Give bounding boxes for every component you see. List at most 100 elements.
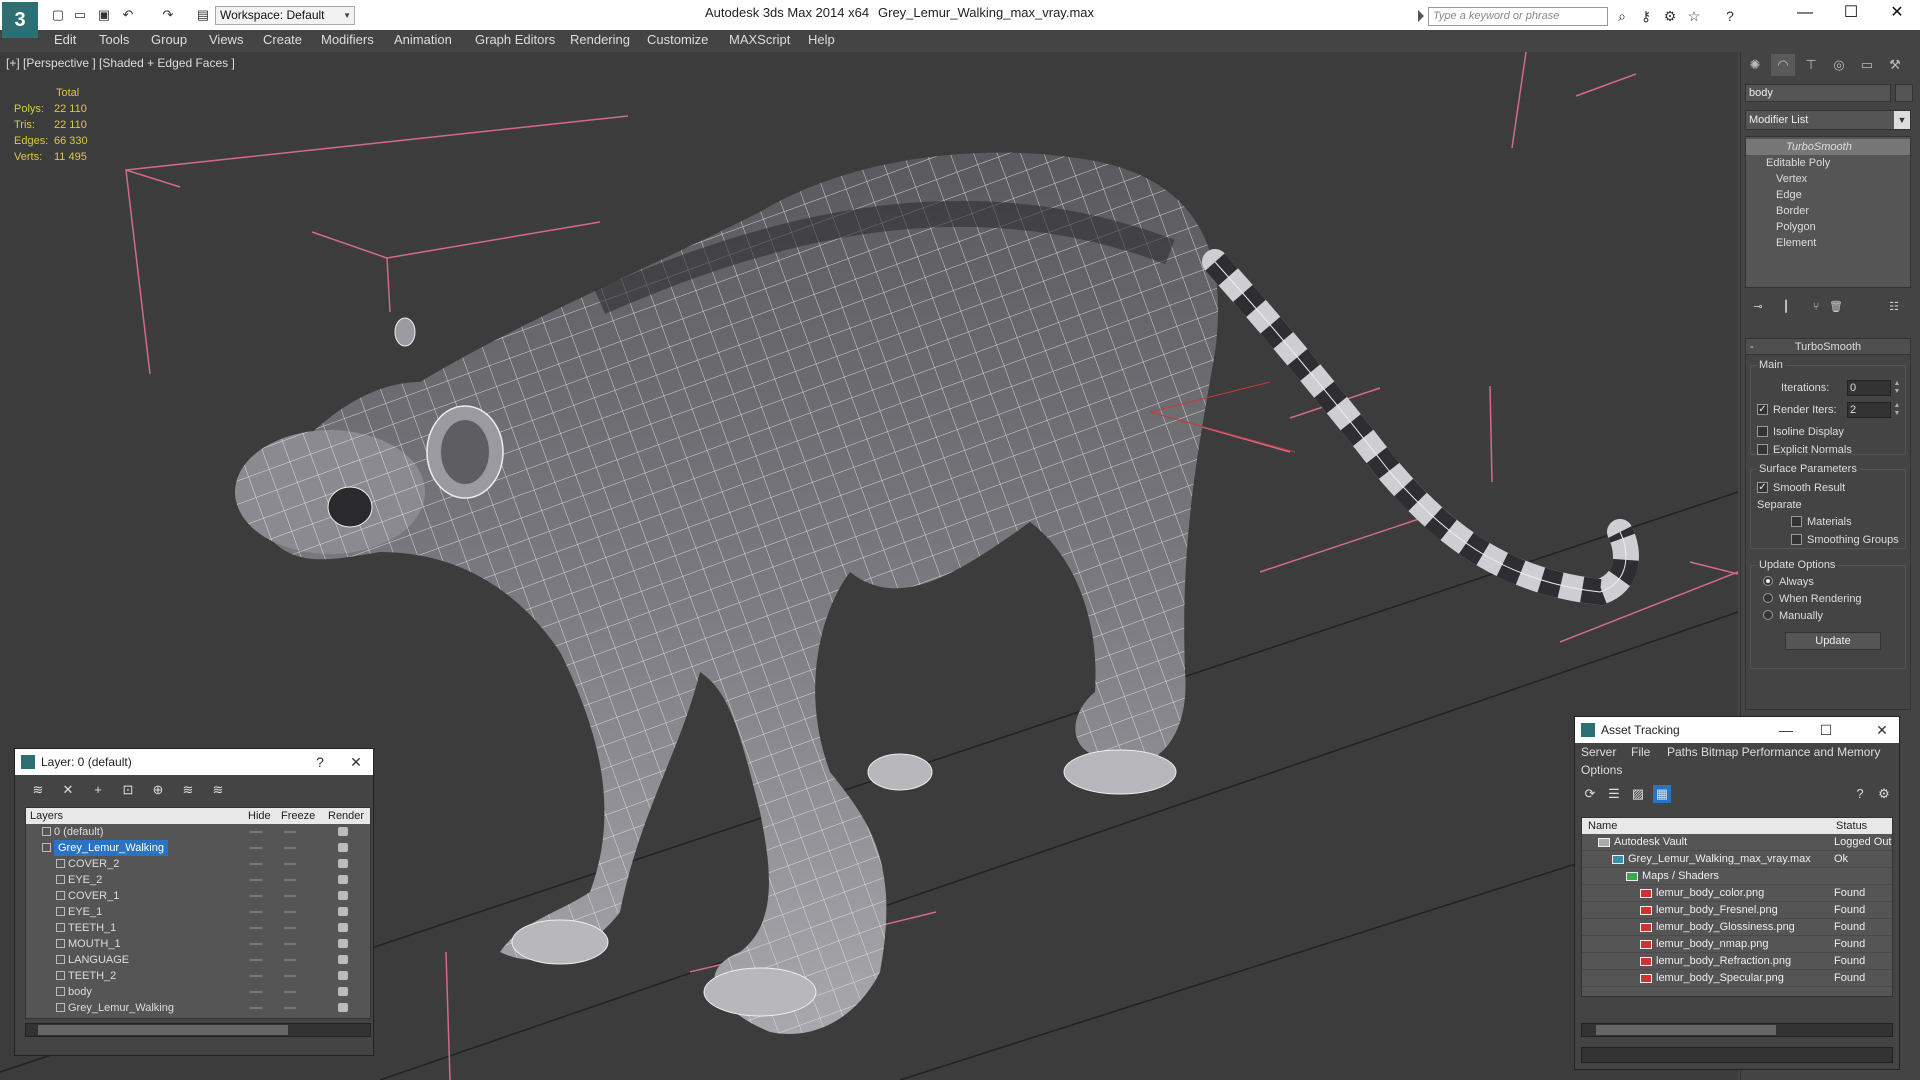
menu-maxscript[interactable]: MAXScript <box>729 32 790 47</box>
asset-row[interactable]: Maps / Shaders <box>1582 868 1892 885</box>
layer-row[interactable]: TEETH_2 <box>26 968 370 984</box>
toggle-dash-icon[interactable] <box>250 1007 262 1009</box>
layer-row[interactable]: body <box>26 984 370 1000</box>
menu-edit[interactable]: Edit <box>54 32 76 47</box>
asset-menu-paths[interactable]: Paths <box>1667 745 1698 759</box>
toggle-dash-icon[interactable] <box>250 863 262 865</box>
stack-item-border[interactable]: Border <box>1746 203 1910 219</box>
asset-menu-server[interactable]: Server <box>1581 745 1616 759</box>
toggle-dash-icon[interactable] <box>250 991 262 993</box>
utilities-tab-icon[interactable]: ⚒ <box>1883 54 1907 76</box>
asset-menu-file[interactable]: File <box>1631 745 1650 759</box>
layer-dialog-help-button[interactable]: ? <box>305 749 335 775</box>
configure-sets-icon[interactable]: ☷ <box>1885 298 1903 316</box>
menu-help[interactable]: Help <box>808 32 835 47</box>
layer-row[interactable]: COVER_1 <box>26 888 370 904</box>
render-teapot-icon[interactable] <box>338 955 348 964</box>
menu-animation[interactable]: Animation <box>394 32 452 47</box>
asset-row[interactable]: lemur_body_Refraction.png Found <box>1582 953 1892 970</box>
spinner-arrows-icon[interactable]: ▲ ▼ <box>1893 380 1901 396</box>
asset-menu-options[interactable]: Options <box>1581 763 1622 777</box>
save-icon[interactable]: ▣ <box>96 7 112 23</box>
redo-icon[interactable]: ↷ <box>160 7 176 23</box>
highlight-layer-icon[interactable]: ⊕ <box>149 781 167 799</box>
asset-row[interactable]: lemur_body_Fresnel.png Found <box>1582 902 1892 919</box>
menu-tools[interactable]: Tools <box>99 32 129 47</box>
show-end-result-icon[interactable]: ┃ <box>1777 298 1795 316</box>
render-teapot-icon[interactable] <box>338 827 348 836</box>
asset-menu-bitmap-performance[interactable]: Bitmap Performance and Memory <box>1701 745 1880 759</box>
stack-item-element[interactable]: Element <box>1746 235 1910 251</box>
perspective-viewport[interactable]: [+] [Perspective ] [Shaded + Edged Faces… <box>0 52 1738 1080</box>
pin-stack-icon[interactable]: ⊸ <box>1749 298 1767 316</box>
layer-row[interactable]: Grey_Lemur_Walking <box>26 1000 370 1016</box>
asset-close-button[interactable]: ✕ <box>1867 717 1897 743</box>
toggle-dash-icon[interactable] <box>284 863 296 865</box>
maximize-button[interactable]: ☐ <box>1828 0 1874 28</box>
layer-row[interactable]: EYE_1 <box>26 904 370 920</box>
explicit-normals-checkbox[interactable]: Explicit Normals <box>1757 442 1852 458</box>
toggle-dash-icon[interactable] <box>250 943 262 945</box>
toggle-dash-icon[interactable] <box>250 831 262 833</box>
help-icon[interactable]: ? <box>1722 8 1738 24</box>
toggle-dash-icon[interactable] <box>250 975 262 977</box>
toggle-dash-icon[interactable] <box>250 895 262 897</box>
toggle-dash-icon[interactable] <box>284 927 296 929</box>
toggle-dash-icon[interactable] <box>284 991 296 993</box>
asset-help-icon[interactable]: ? <box>1851 785 1869 803</box>
asset-row[interactable]: lemur_body_Specular.png Found <box>1582 970 1892 987</box>
new-file-icon[interactable]: ▢ <box>50 7 66 23</box>
menu-group[interactable]: Group <box>151 32 187 47</box>
isoline-display-checkbox[interactable]: Isoline Display <box>1757 424 1844 440</box>
refresh-icon[interactable]: ⟳ <box>1581 785 1599 803</box>
object-name-field[interactable]: body <box>1745 84 1891 102</box>
toggle-dash-icon[interactable] <box>284 879 296 881</box>
column-layers[interactable]: Layers <box>30 808 63 824</box>
undo-icon[interactable]: ↶ <box>120 7 136 23</box>
stack-item-editable-poly[interactable]: Editable Poly <box>1746 155 1910 171</box>
layer-row[interactable]: Grey_Lemur_Walking <box>26 840 370 856</box>
render-teapot-icon[interactable] <box>338 859 348 868</box>
layer-row[interactable]: 0 (default) <box>26 824 370 840</box>
binoculars-icon[interactable]: ⌕ <box>1614 8 1630 24</box>
asset-settings-icon[interactable]: ⚙ <box>1875 785 1893 803</box>
always-radio[interactable]: Always <box>1763 574 1814 590</box>
layer-dialog-titlebar[interactable]: Layer: 0 (default) ? ✕ <box>15 749 373 775</box>
hide-all-layers-icon[interactable]: ≋ <box>179 781 197 799</box>
when-rendering-radio[interactable]: When Rendering <box>1763 591 1862 607</box>
app-logo-icon[interactable]: 3 <box>2 2 38 38</box>
layer-row[interactable]: COVER_2 <box>26 856 370 872</box>
asset-row[interactable]: lemur_body_nmap.png Found <box>1582 936 1892 953</box>
layer-dialog-close-button[interactable]: ✕ <box>341 749 371 775</box>
layer-row[interactable]: EYE_2 <box>26 872 370 888</box>
modify-tab-icon[interactable]: ◠ <box>1771 54 1795 76</box>
rollout-header[interactable]: - TurboSmooth <box>1746 339 1910 355</box>
menu-views[interactable]: Views <box>209 32 243 47</box>
column-name[interactable]: Name <box>1588 818 1617 834</box>
asset-row[interactable]: Autodesk Vault Logged Out <box>1582 834 1892 851</box>
create-tab-icon[interactable]: ✺ <box>1743 54 1767 76</box>
asset-row[interactable]: lemur_body_color.png Found <box>1582 885 1892 902</box>
object-color-swatch[interactable] <box>1895 84 1913 102</box>
spinner-arrows-icon[interactable]: ▲ ▼ <box>1893 402 1901 418</box>
search-input[interactable]: Type a keyword or phrase <box>1428 7 1608 26</box>
render-teapot-icon[interactable] <box>338 1003 348 1012</box>
close-button[interactable]: ✕ <box>1874 0 1920 28</box>
scrollbar-thumb[interactable] <box>38 1025 288 1035</box>
render-teapot-icon[interactable] <box>338 971 348 980</box>
stack-item-vertex[interactable]: Vertex <box>1746 171 1910 187</box>
communication-icon[interactable]: ⚙ <box>1662 8 1678 24</box>
asset-row[interactable]: Grey_Lemur_Walking_max_vray.max Ok <box>1582 851 1892 868</box>
subscription-icon[interactable]: ⚷ <box>1638 8 1654 24</box>
manually-radio[interactable]: Manually <box>1763 608 1823 624</box>
image-view-icon[interactable]: ▨ <box>1629 785 1647 803</box>
menu-modifiers[interactable]: Modifiers <box>321 32 374 47</box>
column-hide[interactable]: Hide <box>248 808 271 824</box>
freeze-all-layers-icon[interactable]: ≋ <box>209 781 227 799</box>
render-teapot-icon[interactable] <box>338 987 348 996</box>
open-file-icon[interactable]: ▭ <box>72 7 88 23</box>
favorites-star-icon[interactable]: ☆ <box>1686 8 1702 24</box>
toggle-dash-icon[interactable] <box>284 959 296 961</box>
render-iters-checkbox[interactable]: ✓ Render Iters: <box>1757 402 1837 418</box>
materials-checkbox[interactable]: Materials <box>1791 514 1852 530</box>
